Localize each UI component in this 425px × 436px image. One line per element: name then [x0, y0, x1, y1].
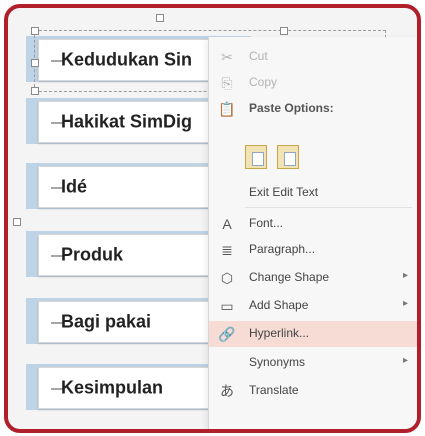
list-item[interactable]: Idé — [38, 166, 212, 208]
menu-separator — [245, 207, 412, 208]
menu-item-hyperlink[interactable]: 🔗 Hyperlink... — [209, 321, 417, 347]
resize-handle[interactable] — [31, 27, 39, 35]
list-item[interactable]: Kesimpulan — [38, 367, 212, 409]
clipboard-icon: 📋 — [218, 101, 236, 117]
menu-item-translate[interactable]: あ Translate — [209, 378, 417, 404]
resize-handle[interactable] — [31, 87, 39, 95]
submenu-arrow-icon: ▸ — [402, 355, 408, 366]
change-shape-icon: ⬡ — [220, 270, 234, 286]
list-item[interactable]: Hakikat SimDig — [38, 101, 212, 143]
list-item[interactable]: Bagi pakai — [38, 301, 212, 343]
context-menu: ✂ Cut ⎘ Copy 📋 Paste Options: Exit Edit … — [208, 37, 417, 429]
submenu-arrow-icon: ▸ — [402, 270, 408, 281]
paste-text-only-icon[interactable] — [277, 145, 300, 169]
list-item-label: Hakikat SimDig — [61, 111, 193, 132]
add-shape-icon: ▭ — [220, 298, 234, 314]
paragraph-icon: ≣ — [221, 242, 233, 258]
smartart-canvas: Kedudukan Sin Hakikat SimDig Idé Produk … — [8, 8, 417, 429]
submenu-arrow-icon: ▸ — [402, 298, 408, 309]
list-item-label: Kesimpulan — [61, 377, 164, 398]
menu-item-copy[interactable]: ⎘ Copy — [209, 70, 417, 96]
menu-item-cut[interactable]: ✂ Cut — [209, 44, 417, 70]
menu-item-paragraph[interactable]: ≣ Paragraph... — [209, 237, 417, 263]
resize-handle[interactable] — [31, 59, 39, 67]
screenshot-frame: Kedudukan Sin Hakikat SimDig Idé Produk … — [4, 4, 421, 433]
scissors-icon: ✂ — [221, 49, 233, 65]
resize-handle[interactable] — [13, 218, 21, 226]
resize-handle[interactable] — [280, 27, 288, 35]
resize-handle[interactable] — [156, 14, 164, 22]
list-item-label: Bagi pakai — [61, 311, 152, 332]
menu-item-exit-edit-text[interactable]: Exit Edit Text — [209, 180, 417, 206]
copy-icon: ⎘ — [221, 75, 233, 91]
list-item[interactable]: Produk — [38, 234, 212, 276]
list-item-label: Idé — [61, 176, 88, 197]
hyperlink-icon: 🔗 — [218, 326, 236, 342]
paste-keep-formatting-icon[interactable] — [245, 145, 267, 169]
menu-item-synonyms[interactable]: Synonyms ▸ — [209, 350, 417, 376]
list-item-label: Produk — [61, 244, 124, 265]
paste-options-row — [245, 145, 305, 174]
menu-item-add-shape[interactable]: ▭ Add Shape ▸ — [209, 293, 417, 319]
menu-item-paste-options: 📋 Paste Options: — [218, 101, 334, 117]
font-icon: A — [222, 216, 232, 232]
menu-item-font[interactable]: A Font... — [209, 211, 417, 237]
menu-item-change-shape[interactable]: ⬡ Change Shape ▸ — [209, 265, 417, 291]
translate-icon: あ — [220, 383, 234, 399]
